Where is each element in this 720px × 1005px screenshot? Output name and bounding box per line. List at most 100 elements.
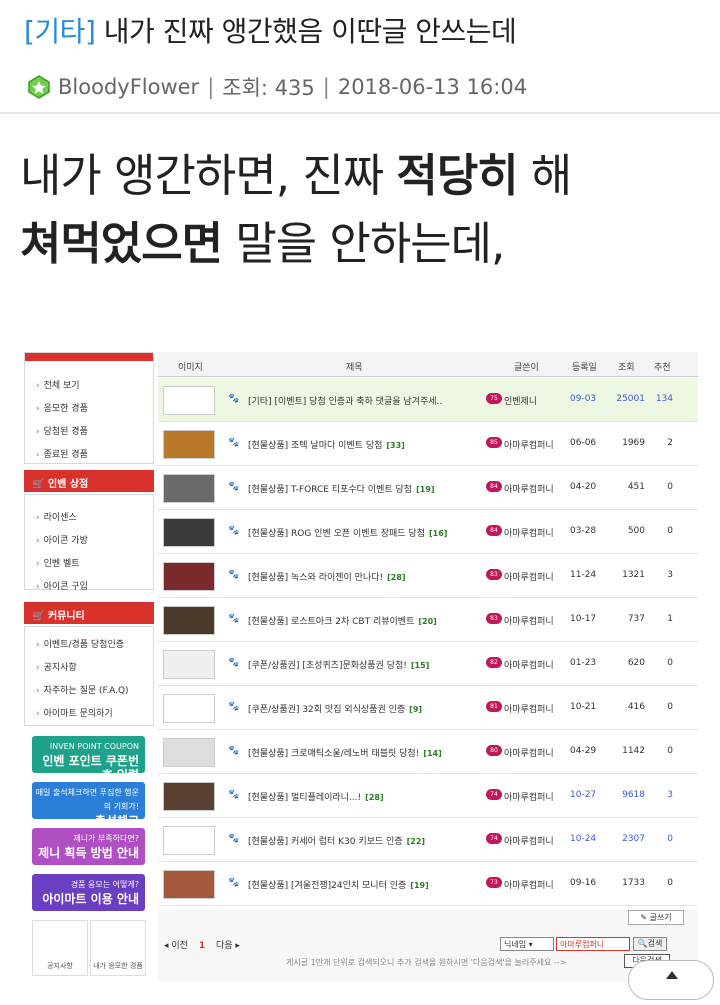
write-button[interactable]: ✎ 글쓰기 — [628, 910, 684, 925]
row-date: 10-17 — [570, 614, 597, 624]
sidebar-banner[interactable]: 매일 출석체크하면 푸짐한 행운의 기회가!출석체크 — [32, 782, 145, 819]
table-row[interactable]: 🐾 [현물상품] T-FORCE 티포수다 이벤트 당첨 [19] 84 아마루컴퍼니 0… — [158, 466, 698, 510]
sidebar-item[interactable]: 응모한 경품 — [36, 401, 88, 414]
sidebar-banner[interactable]: 제니가 부족하다면? 제니 획득 방법 안내 — [32, 828, 145, 865]
table-row[interactable]: 🐾 [기타] [이벤트] 당첨 인증과 축하 댓글을 남겨주세.. 75 인벤제니 09… — [158, 378, 698, 422]
sidebar-item[interactable]: 공지사항 — [36, 660, 77, 673]
row-subject[interactable]: [현물상품] 로스트아크 2차 CBT 리뷰이벤트 [20] — [248, 614, 483, 627]
row-thumbnail[interactable] — [163, 870, 215, 899]
row-author[interactable]: 아마루컴퍼니 — [504, 482, 554, 495]
sidebar-item[interactable]: 아이콘 구입 — [36, 579, 88, 592]
row-views: 1733 — [622, 878, 645, 888]
row-author[interactable]: 인벤제니 — [504, 394, 537, 407]
sidebar-item[interactable]: 전체 보기 — [36, 378, 80, 391]
row-subject[interactable]: [쿠폰/상품권] 32회 맛집 외식상품권 인증 [9] — [248, 702, 483, 715]
table-row[interactable]: 🐾 [쿠폰/상품권] 32회 맛집 외식상품권 인증 [9] 81 아마루컴퍼니 10-2… — [158, 686, 698, 730]
level-badge-icon — [28, 75, 50, 99]
row-subject[interactable]: [현물상품] 크로매틱소울/레노버 태블릿 당첨! [14] — [248, 746, 483, 759]
author-level-badge: 83 — [486, 569, 502, 580]
author-level-badge: 83 — [486, 613, 502, 624]
row-recommend: 1 — [667, 614, 673, 624]
scroll-top-button[interactable] — [628, 960, 714, 1000]
row-thumbnail[interactable] — [163, 738, 215, 767]
table-row[interactable]: 🐾 [쿠폰/상품권] [초성퀴즈]문화상품권 당첨! [15] 82 아마루컴퍼니 01-… — [158, 642, 698, 686]
row-author[interactable]: 아마루컴퍼니 — [504, 658, 554, 671]
col-image: 이미지 — [178, 363, 203, 373]
row-author[interactable]: 아마루컴퍼니 — [504, 702, 554, 715]
post-type-icon: 🐾 — [228, 702, 240, 712]
author-level-badge: 82 — [486, 657, 502, 668]
row-thumbnail[interactable] — [163, 782, 215, 811]
table-row[interactable]: 🐾 [현물상품] 크로매틱소울/레노버 태블릿 당첨! [14] 80 아마루컴퍼니 04… — [158, 730, 698, 774]
notice-bottom-button[interactable]: 공지사항 — [32, 920, 88, 976]
post-date: 2018-06-13 16:04 — [337, 75, 528, 99]
current-page[interactable]: 1 — [199, 941, 205, 951]
next-page-link[interactable]: 다음 ▸ — [216, 941, 240, 951]
row-subject[interactable]: [쿠폰/상품권] [초성퀴즈]문화상품권 당첨! [15] — [248, 658, 483, 671]
author-level-badge: 75 — [486, 393, 502, 404]
row-thumbnail[interactable] — [163, 562, 215, 591]
row-thumbnail[interactable] — [163, 474, 215, 503]
row-author[interactable]: 아마루컴퍼니 — [504, 746, 554, 759]
table-row[interactable]: 🐾 [현물상품] 멀티플레이라니...! [28] 74 아마루컴퍼니 10-27 9618… — [158, 774, 698, 818]
table-row[interactable]: 🐾 [현물상품] 조텍 날마다 이벤트 당첨 [33] 85 아마루컴퍼니 06-06 19… — [158, 422, 698, 466]
row-thumbnail[interactable] — [163, 518, 215, 547]
arrow-up-icon — [666, 971, 678, 979]
table-row[interactable]: 🐾 [현물상품] [겨울전쟁]24인치 모니터 인증 [19] 73 아마루컴퍼니 09-… — [158, 862, 698, 906]
row-author[interactable]: 아마루컴퍼니 — [504, 834, 554, 847]
sidebar-item[interactable]: 자주하는 질문 (F.A.Q) — [36, 683, 129, 696]
row-subject[interactable]: [현물상품] ROG 인벤 오픈 이벤트 장패드 당첨 [16] — [248, 526, 483, 539]
col-views: 조회 — [618, 363, 635, 373]
row-views: 1321 — [622, 570, 645, 580]
table-row[interactable]: 🐾 [현물상품] 녹스와 라이젠이 만나다! [28] 83 아마루컴퍼니 11-24 13… — [158, 554, 698, 598]
row-subject[interactable]: [기타] [이벤트] 당첨 인증과 축하 댓글을 남겨주세.. — [248, 394, 483, 407]
author-level-badge: 85 — [486, 437, 502, 448]
sidebar-banner[interactable]: INVEN POINT COUPON인벤 포인트 쿠폰번호 입력 — [32, 736, 145, 773]
row-author[interactable]: 아마루컴퍼니 — [504, 570, 554, 583]
row-recommend: 0 — [667, 702, 673, 712]
row-thumbnail[interactable] — [163, 650, 215, 679]
search-button[interactable]: 🔍검색 — [633, 937, 667, 951]
row-thumbnail[interactable] — [163, 430, 215, 459]
row-subject[interactable]: [현물상품] [겨울전쟁]24인치 모니터 인증 [19] — [248, 878, 483, 891]
post-type-icon: 🐾 — [228, 570, 240, 580]
sidebar-item[interactable]: 이벤트/경품 당첨인증 — [36, 637, 124, 650]
sidebar-item[interactable]: 인벤 벨트 — [36, 556, 80, 569]
row-thumbnail[interactable] — [163, 694, 215, 723]
row-subject[interactable]: [현물상품] 커세어 럽터 K30 키보드 인증 [22] — [248, 834, 483, 847]
sidebar-item[interactable]: 아이마트 문의하기 — [36, 706, 113, 719]
table-row[interactable]: 🐾 [현물상품] 커세어 럽터 K30 키보드 인증 [22] 74 아마루컴퍼니 10-… — [158, 818, 698, 862]
row-thumbnail[interactable] — [163, 826, 215, 855]
post-author[interactable]: BloodyFlower — [58, 75, 199, 99]
table-row[interactable]: 🐾 [현물상품] ROG 인벤 오픈 이벤트 장패드 당첨 [16] 84 아마루컴퍼니… — [158, 510, 698, 554]
post-category[interactable]: [기타] — [24, 15, 96, 48]
search-input[interactable]: 아마루컴퍼니 — [556, 937, 630, 951]
search-type-select[interactable]: 닉네임 ▾ — [500, 937, 554, 951]
row-author[interactable]: 아마루컴퍼니 — [504, 614, 554, 627]
row-thumbnail[interactable] — [163, 606, 215, 635]
row-author[interactable]: 아마루컴퍼니 — [504, 878, 554, 891]
row-views: 1142 — [622, 746, 645, 756]
row-subject[interactable]: [현물상품] 멀티플레이라니...! [28] — [248, 790, 483, 803]
post-type-icon: 🐾 — [228, 526, 240, 536]
sidebar-item[interactable]: 당첨된 경품 — [36, 424, 88, 437]
sidebar-item[interactable]: 종료된 경품 — [36, 447, 88, 460]
row-author[interactable]: 아마루컴퍼니 — [504, 790, 554, 803]
my-entries-bottom-button[interactable]: 내가 응모한 경품 — [90, 920, 146, 976]
sidebar-banner[interactable]: 경품 응모는 어떻게? 아이마트 이용 안내 — [32, 874, 145, 911]
row-subject[interactable]: [현물상품] 녹스와 라이젠이 만나다! [28] — [248, 570, 483, 583]
row-subject[interactable]: [현물상품] 조텍 날마다 이벤트 당첨 [33] — [248, 438, 483, 451]
author-level-badge: 81 — [486, 701, 502, 712]
prev-page-link[interactable]: ◂ 이전 — [164, 941, 188, 951]
row-subject[interactable]: [현물상품] T-FORCE 티포수다 이벤트 당첨 [19] — [248, 482, 483, 495]
sidebar-item[interactable]: 라이센스 — [36, 510, 77, 523]
sidebar-item[interactable]: 아이콘 가방 — [36, 533, 88, 546]
row-date: 01-23 — [570, 658, 597, 668]
table-row[interactable]: 🐾 [현물상품] 로스트아크 2차 CBT 리뷰이벤트 [20] 83 아마루컴퍼니 10… — [158, 598, 698, 642]
row-date: 10-27 — [570, 790, 597, 800]
row-thumbnail[interactable] — [163, 386, 215, 415]
row-date: 10-24 — [570, 834, 597, 844]
row-author[interactable]: 아마루컴퍼니 — [504, 438, 554, 451]
row-author[interactable]: 아마루컴퍼니 — [504, 526, 554, 539]
row-date: 09-03 — [570, 394, 597, 404]
